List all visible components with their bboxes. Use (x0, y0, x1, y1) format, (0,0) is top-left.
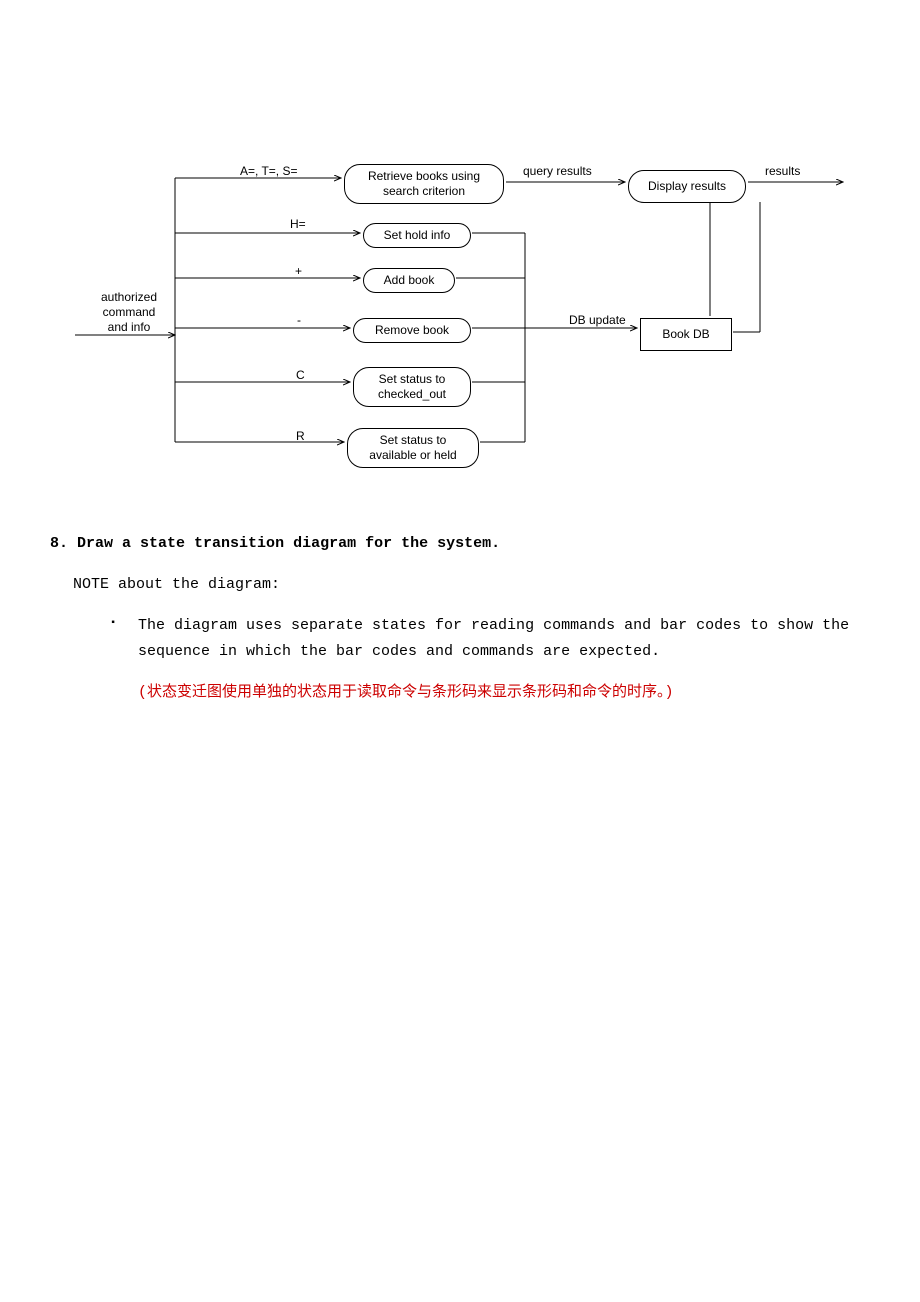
db-update-label: DB update (569, 313, 626, 327)
label-c: C (296, 368, 305, 382)
add-book-bubble: Add book (363, 268, 455, 293)
bullet-1-cn: (状态变迁图使用单独的状态用于读取命令与条形码来显示条形码和命令的时序。) (138, 680, 870, 706)
available-held-bubble: Set status to available or held (347, 428, 479, 468)
note-intro: NOTE about the diagram: (73, 576, 870, 593)
set-hold-bubble: Set hold info (363, 223, 471, 248)
bullet-1: The diagram uses separate states for rea… (110, 613, 870, 706)
remove-book-bubble: Remove book (353, 318, 471, 343)
label-ats: A=, T=, S= (240, 164, 297, 178)
label-plus: + (295, 264, 302, 278)
results-label: results (765, 164, 800, 178)
display-results-bubble: Display results (628, 170, 746, 203)
retrieve-bubble: Retrieve books using search criterion (344, 164, 504, 204)
authorized-command-label: authorized command and info (89, 290, 169, 335)
checked-out-bubble: Set status to checked_out (353, 367, 471, 407)
label-minus: - (297, 313, 301, 327)
section-8-heading: 8. Draw a state transition diagram for t… (50, 535, 870, 552)
data-flow-diagram: authorized command and info Retrieve boo… (75, 160, 845, 485)
label-r: R (296, 429, 305, 443)
book-db-bubble: Book DB (640, 318, 732, 351)
label-h: H= (290, 217, 306, 231)
query-results-label: query results (523, 164, 592, 178)
